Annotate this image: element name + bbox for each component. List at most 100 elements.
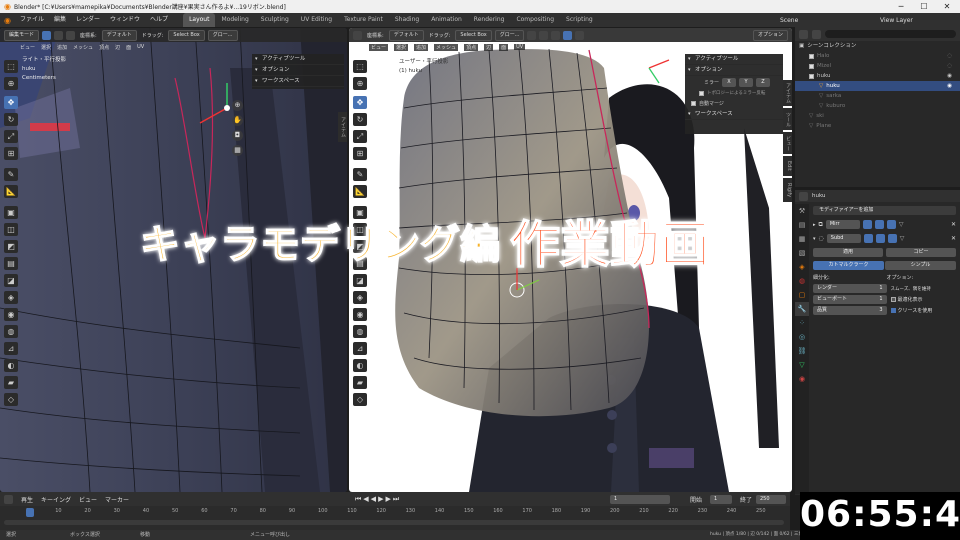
menu-timeline-view[interactable]: ビュー: [79, 495, 97, 504]
uv-smooth-dropdown[interactable]: スムーズ、隅を維持: [891, 286, 957, 292]
bevel-tool-icon[interactable]: ◩: [4, 240, 18, 253]
mirror-y-toggle[interactable]: Y: [739, 77, 753, 87]
rotate-tool-icon[interactable]: ↻: [4, 113, 18, 126]
grid-view-icon[interactable]: ▦: [232, 145, 243, 156]
sidetab-rigify[interactable]: Rigify: [783, 178, 792, 202]
menu-keying[interactable]: キーイング: [41, 495, 71, 504]
topology-mirror-checkbox[interactable]: [699, 90, 704, 96]
outliner-item-ski[interactable]: ▽ ski: [795, 111, 960, 121]
editor-type-icon[interactable]: [353, 30, 362, 40]
blender-menu-icon[interactable]: ◉: [0, 16, 15, 25]
visibility-checkbox[interactable]: [809, 53, 814, 59]
extrude-tool-icon[interactable]: ▣: [4, 206, 18, 219]
left-sidetab-item[interactable]: アイテム: [338, 112, 347, 142]
render-toggle-icon[interactable]: [887, 234, 897, 243]
mode-dropdown[interactable]: 編集モード: [4, 29, 40, 41]
current-frame-field[interactable]: 1: [610, 494, 670, 504]
outliner-item-plane[interactable]: ▽ Plane: [795, 121, 960, 131]
copy-button[interactable]: コピー: [886, 248, 956, 257]
minimize-icon[interactable]: ─: [890, 0, 912, 13]
edge-slide-tool-icon-right[interactable]: ⊿: [353, 342, 367, 355]
particles-tab-icon[interactable]: ⁘: [795, 316, 809, 330]
menu-help[interactable]: ヘルプ: [145, 13, 173, 27]
timeline-editor-icon[interactable]: [4, 494, 13, 504]
loopcut-tool-icon[interactable]: ▤: [4, 257, 18, 270]
mirror-modifier-name[interactable]: Mirr: [825, 220, 860, 229]
playhead[interactable]: [26, 508, 34, 517]
modifier-close-icon[interactable]: ✕: [951, 235, 956, 242]
menu-select[interactable]: 選択: [41, 44, 51, 51]
outliner-search-input[interactable]: [825, 30, 956, 38]
outliner-editor-icon[interactable]: [799, 29, 808, 39]
menu-edit[interactable]: 編集: [49, 13, 71, 27]
spin-tool-icon[interactable]: ◉: [4, 308, 18, 321]
tab-texture-paint[interactable]: Texture Paint: [338, 13, 389, 27]
outliner-scene-collection[interactable]: ▣ シーンコレクション: [795, 41, 960, 51]
outliner-display-mode-icon[interactable]: [812, 29, 821, 39]
modifier-close-icon[interactable]: ✕: [951, 221, 956, 228]
tab-modeling[interactable]: Modeling: [215, 13, 254, 27]
apply-button[interactable]: 適用: [813, 248, 883, 257]
select-box-dropdown-right[interactable]: Select Box: [455, 29, 492, 41]
start-frame-field[interactable]: 1: [710, 494, 732, 504]
vertex-select-icon[interactable]: [42, 30, 52, 40]
edge-select-icon[interactable]: [54, 30, 64, 40]
menu-playback[interactable]: 再生: [21, 495, 33, 504]
menu-vertex[interactable]: 頂点: [99, 44, 109, 51]
xray-icon[interactable]: [551, 30, 561, 40]
view-layer-tab-icon[interactable]: ▧: [795, 246, 809, 260]
sidetab-item[interactable]: アイテム: [783, 80, 792, 106]
menu-mesh[interactable]: メッシュ: [73, 44, 93, 51]
select-box-dropdown[interactable]: Select Box: [168, 29, 205, 41]
move-tool-icon-right[interactable]: ✥: [353, 96, 367, 109]
scale-tool-icon-right[interactable]: ⤢: [353, 130, 367, 143]
render-levels-field[interactable]: レンダー 1: [813, 284, 887, 293]
outliner-item-huku-collection[interactable]: huku ◉: [795, 71, 960, 81]
tab-animation[interactable]: Animation: [425, 13, 468, 27]
scene-tab-icon[interactable]: ◈: [795, 260, 809, 274]
modifier-tab-icon[interactable]: 🔧: [795, 302, 809, 316]
viewport-levels-field[interactable]: ビューポート 1: [813, 295, 887, 304]
auto-merge-checkbox[interactable]: [691, 101, 696, 106]
use-crease-checkbox[interactable]: [890, 308, 896, 313]
menu-edge[interactable]: 辺: [115, 44, 120, 51]
snap-icon[interactable]: [527, 30, 537, 40]
menu-face[interactable]: 面: [126, 44, 131, 51]
visibility-checkbox[interactable]: [809, 73, 814, 79]
shrink-tool-icon[interactable]: ◐: [4, 359, 18, 372]
options-dropdown-right[interactable]: オプション: [752, 29, 788, 41]
smooth-tool-icon-right[interactable]: ◍: [353, 325, 367, 338]
pivot-dropdown-right[interactable]: グロー...: [494, 29, 525, 41]
material-tab-icon[interactable]: ◉: [795, 372, 809, 386]
tab-scripting[interactable]: Scripting: [560, 13, 599, 27]
mirror-x-toggle[interactable]: X: [722, 77, 736, 87]
object-tab-icon[interactable]: ▢: [795, 288, 809, 302]
collapse-arrow-icon[interactable]: ▾: [813, 236, 816, 242]
pan-hand-icon[interactable]: ✋: [232, 115, 243, 126]
scene-selector[interactable]: Scene: [780, 17, 798, 24]
playback-controls[interactable]: ⏮◀◀▶▶⏭: [355, 495, 401, 504]
menu-view[interactable]: ビュー: [20, 44, 35, 51]
outliner-item-sarka[interactable]: ▽ sarka: [795, 91, 960, 101]
catmull-clark-button[interactable]: カトマルクラーク: [813, 261, 884, 270]
rip-tool-icon-right[interactable]: ◇: [353, 393, 367, 406]
menu-uv[interactable]: UV: [137, 44, 144, 50]
sidetab-tool[interactable]: ツール: [783, 108, 792, 130]
output-tab-icon[interactable]: ▦: [795, 232, 809, 246]
timeline-ruler[interactable]: 1102030405060708090100110120130140150160…: [0, 508, 790, 518]
menu-view-right[interactable]: ビュー: [369, 43, 389, 51]
inset-tool-icon[interactable]: ◫: [4, 223, 18, 236]
shear-tool-icon[interactable]: ▰: [4, 376, 18, 389]
world-tab-icon[interactable]: ◍: [795, 274, 809, 288]
properties-editor-icon[interactable]: [799, 191, 808, 201]
expand-arrow-icon[interactable]: ▸: [813, 222, 816, 228]
eye-icon[interactable]: ◉: [947, 71, 952, 81]
menu-vertex-right[interactable]: 頂点: [464, 43, 479, 51]
menu-render[interactable]: レンダー: [71, 13, 105, 27]
shading-solid-icon[interactable]: [575, 30, 585, 40]
rip-tool-icon[interactable]: ◇: [4, 393, 18, 406]
measure-tool-icon-right[interactable]: 📐: [353, 185, 367, 198]
options-header[interactable]: オプション: [252, 65, 344, 76]
viewport-toggle-icon[interactable]: [874, 220, 884, 229]
camera-icon[interactable]: ◘: [232, 130, 243, 141]
